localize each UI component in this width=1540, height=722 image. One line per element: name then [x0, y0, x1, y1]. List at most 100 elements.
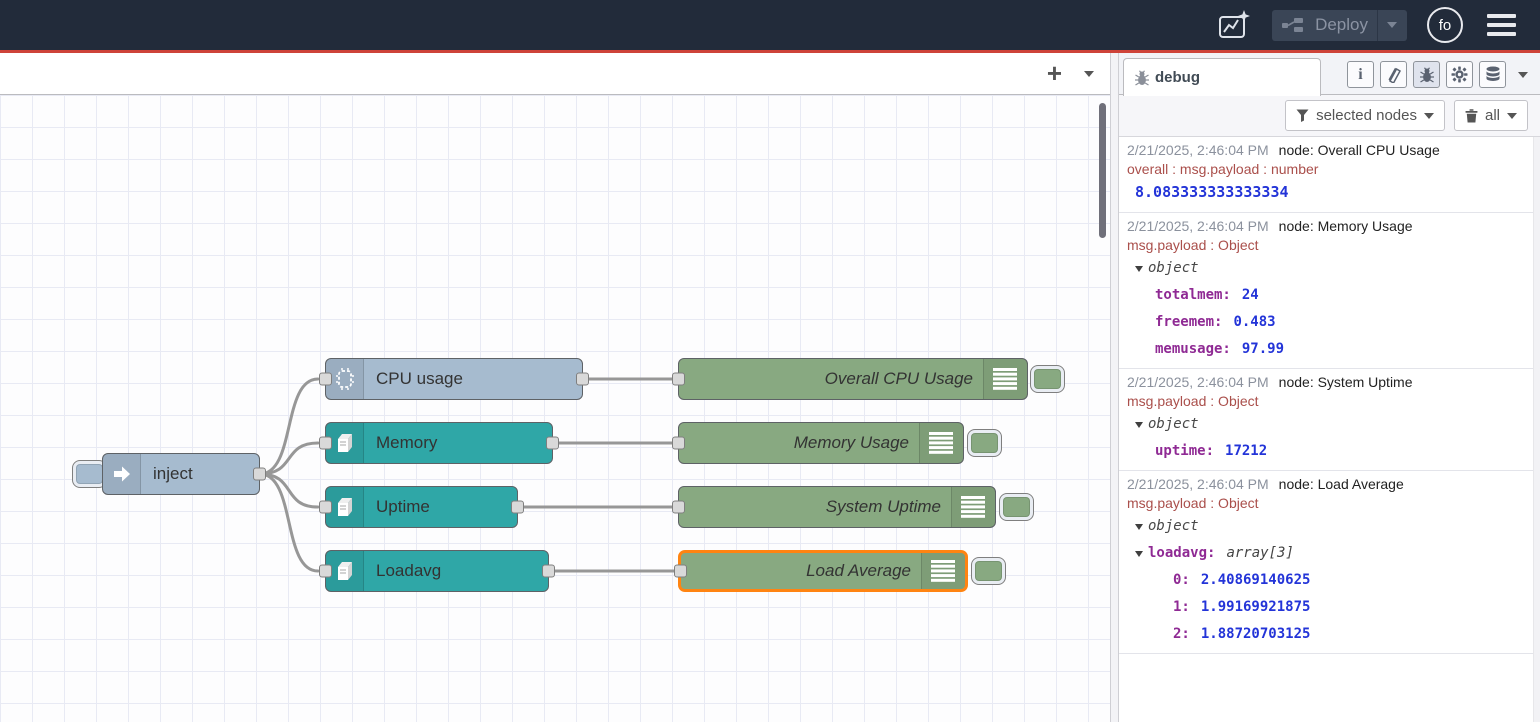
- debug-message: 2/21/2025, 2:46:04 PM node: Memory Usage…: [1119, 213, 1540, 369]
- tab-debug[interactable]: debug: [1123, 58, 1321, 96]
- debug-toggle-button[interactable]: [971, 557, 1006, 585]
- flow-canvas[interactable]: inject CPU usage: [0, 95, 1110, 722]
- output-port[interactable]: [576, 373, 589, 386]
- sidebar-splitter[interactable]: [1110, 53, 1119, 722]
- debug-list-icon: [993, 368, 1019, 390]
- debug-sidebar: debug i: [1119, 53, 1540, 722]
- message-property: msg.payload : Object: [1127, 236, 1530, 255]
- clear-dropdown-label: all: [1485, 107, 1500, 124]
- tab-label: debug: [1155, 69, 1200, 86]
- sidebar-menu-chevron-down-icon[interactable]: [1518, 72, 1528, 78]
- disclosure-triangle-icon[interactable]: [1135, 422, 1143, 428]
- avatar-initials: fo: [1439, 17, 1452, 34]
- input-port[interactable]: [672, 501, 685, 514]
- clear-messages-dropdown[interactable]: all: [1454, 100, 1528, 131]
- node-label: Memory Usage: [679, 433, 919, 453]
- filter-dropdown-label: selected nodes: [1316, 107, 1417, 124]
- message-property: overall : msg.payload : number: [1127, 160, 1530, 179]
- message-source-node[interactable]: node: Overall CPU Usage: [1279, 140, 1440, 160]
- chevron-down-icon: [1424, 113, 1434, 119]
- trash-icon: [1465, 109, 1478, 123]
- node-label: Uptime: [364, 497, 442, 517]
- input-port[interactable]: [319, 373, 332, 386]
- output-port[interactable]: [546, 437, 559, 450]
- node-memory-usage[interactable]: Memory Usage: [678, 422, 964, 464]
- node-inject[interactable]: inject: [102, 453, 260, 495]
- debug-toggle-button[interactable]: [999, 493, 1034, 521]
- node-label: Overall CPU Usage: [679, 369, 983, 389]
- debug-message: 2/21/2025, 2:46:04 PM node: Overall CPU …: [1119, 137, 1540, 213]
- debug-list-icon: [961, 496, 987, 518]
- output-port[interactable]: [511, 501, 524, 514]
- filter-funnel-icon: [1296, 109, 1309, 122]
- wire[interactable]: [260, 474, 318, 507]
- filter-nodes-dropdown[interactable]: selected nodes: [1285, 100, 1445, 131]
- disclosure-triangle-icon[interactable]: [1135, 266, 1143, 272]
- node-label: CPU usage: [364, 369, 475, 389]
- input-port[interactable]: [674, 565, 687, 578]
- inject-arrow-icon: [112, 464, 132, 484]
- input-port[interactable]: [319, 437, 332, 450]
- message-property: msg.payload : Object: [1127, 494, 1530, 513]
- node-uptime[interactable]: Uptime: [325, 486, 518, 528]
- info-tab-button[interactable]: i: [1347, 61, 1374, 88]
- node-label: Loadavg: [364, 561, 453, 581]
- input-port[interactable]: [672, 373, 685, 386]
- ai-image-button[interactable]: [1216, 7, 1252, 43]
- node-memory[interactable]: Memory: [325, 422, 553, 464]
- debug-tab-button[interactable]: [1413, 61, 1440, 88]
- output-port[interactable]: [253, 468, 266, 481]
- node-label: Load Average: [681, 561, 921, 581]
- flow-list-chevron-down-icon[interactable]: [1084, 71, 1094, 77]
- input-port[interactable]: [319, 501, 332, 514]
- node-label: System Uptime: [679, 497, 951, 517]
- message-property: msg.payload : Object: [1127, 392, 1530, 411]
- message-timestamp: 2/21/2025, 2:46:04 PM: [1127, 140, 1269, 160]
- debug-filter-row: selected nodes all: [1119, 95, 1540, 137]
- server-icon: [335, 431, 355, 455]
- debug-message-list: 2/21/2025, 2:46:04 PM node: Overall CPU …: [1119, 137, 1540, 722]
- hamburger-icon: [1487, 14, 1516, 18]
- deploy-label: Deploy: [1315, 15, 1368, 35]
- node-label: inject: [141, 464, 205, 484]
- header-accent-line: [0, 50, 1540, 53]
- node-system-uptime[interactable]: System Uptime: [678, 486, 996, 528]
- wire[interactable]: [260, 443, 318, 474]
- disclosure-triangle-icon[interactable]: [1135, 524, 1143, 530]
- message-timestamp: 2/21/2025, 2:46:04 PM: [1127, 216, 1269, 236]
- sidebar-toolbar: i: [1347, 61, 1528, 88]
- output-port[interactable]: [542, 565, 555, 578]
- message-source-node[interactable]: node: Memory Usage: [1279, 216, 1413, 236]
- message-source-node[interactable]: node: System Uptime: [1279, 372, 1413, 392]
- debug-toggle-button[interactable]: [967, 429, 1002, 457]
- chevron-down-icon: [1507, 113, 1517, 119]
- config-tab-button[interactable]: [1446, 61, 1473, 88]
- input-port[interactable]: [319, 565, 332, 578]
- debug-toggle-button[interactable]: [1030, 365, 1065, 393]
- debug-message: 2/21/2025, 2:46:04 PM node: Load Average…: [1119, 471, 1540, 654]
- help-tab-button[interactable]: [1380, 61, 1407, 88]
- context-tab-button[interactable]: [1479, 61, 1506, 88]
- workspace: + inject: [0, 53, 1110, 722]
- add-flow-button[interactable]: +: [1047, 58, 1062, 89]
- message-source-node[interactable]: node: Load Average: [1279, 474, 1404, 494]
- deploy-chevron-down-icon[interactable]: [1387, 22, 1397, 28]
- node-overall-cpu-usage[interactable]: Overall CPU Usage: [678, 358, 1028, 400]
- info-icon: i: [1358, 66, 1362, 84]
- sidebar-scrollbar[interactable]: [1533, 137, 1540, 722]
- gear-icon: [1451, 66, 1468, 83]
- ai-image-icon: [1217, 8, 1251, 42]
- canvas-vertical-scrollbar[interactable]: [1099, 103, 1106, 238]
- debug-message: 2/21/2025, 2:46:04 PM node: System Uptim…: [1119, 369, 1540, 471]
- server-icon: [335, 559, 355, 583]
- main-menu-button[interactable]: [1483, 10, 1520, 40]
- deploy-button[interactable]: Deploy: [1272, 10, 1407, 41]
- node-cpu-usage[interactable]: CPU usage: [325, 358, 583, 400]
- avatar[interactable]: fo: [1427, 7, 1463, 43]
- input-port[interactable]: [672, 437, 685, 450]
- disclosure-triangle-icon[interactable]: [1135, 551, 1143, 557]
- book-icon: [1386, 67, 1402, 83]
- node-loadavg[interactable]: Loadavg: [325, 550, 549, 592]
- server-icon: [335, 495, 355, 519]
- node-load-average[interactable]: Load Average: [678, 550, 968, 592]
